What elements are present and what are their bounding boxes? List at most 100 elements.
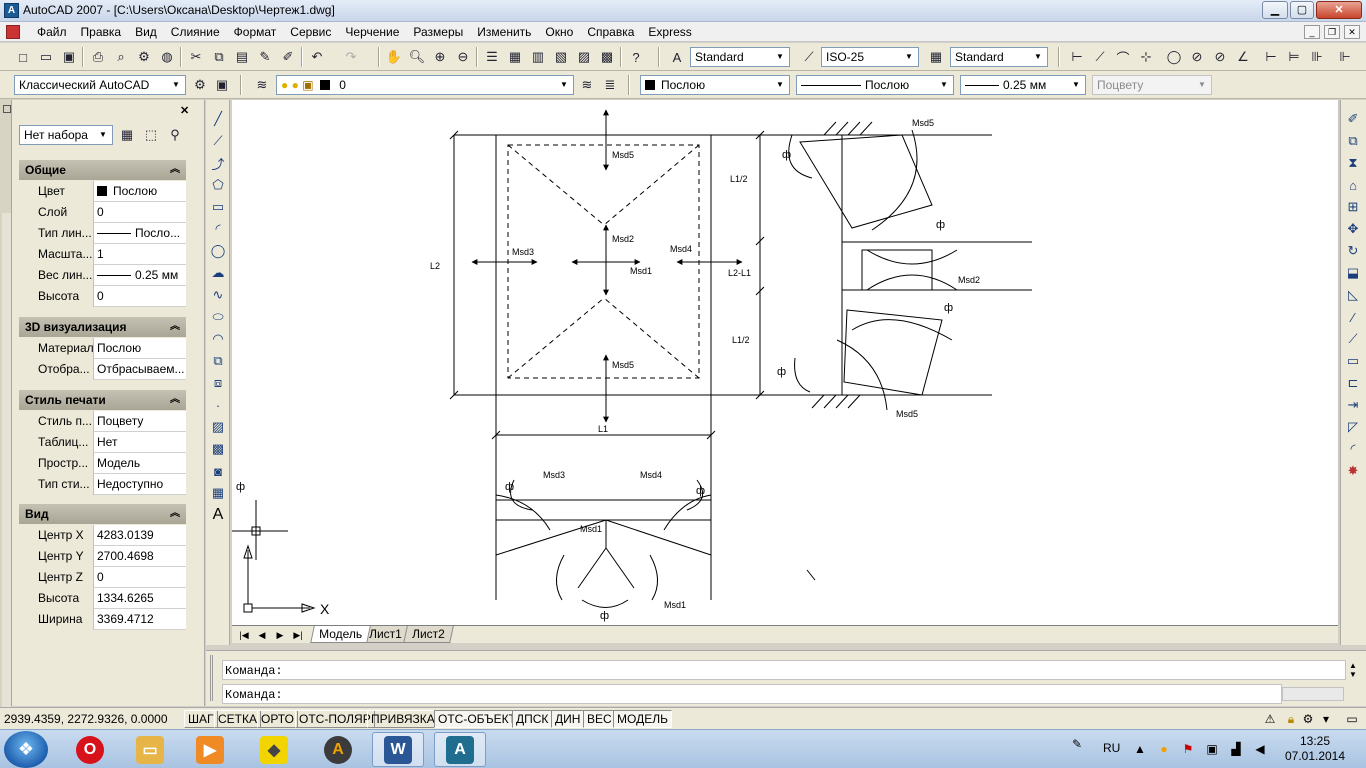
app-taskbar-button-4[interactable]: ◆ [248,732,300,767]
communication-center-icon[interactable]: ⚠ [1262,711,1278,727]
prop-row-color[interactable]: Цвет Послою [19,181,186,202]
design-center-icon[interactable]: ▦ [506,48,524,66]
rectangle-icon[interactable]: ▭ [209,198,227,216]
close-button[interactable]: ✕ [1316,1,1362,19]
publish-icon[interactable]: ⚙ [135,48,153,66]
menu-modify[interactable]: Изменить [470,24,538,40]
prop-row-layer[interactable]: Слой 0 [19,202,186,223]
device-icon[interactable]: ▣ [1204,741,1220,757]
section-view[interactable]: Вид ︽ [19,504,186,524]
lineweight-select[interactable]: 0.25 мм ▼ [960,75,1086,95]
make-block-icon[interactable]: ⧈ [209,374,227,392]
baseline-dim-icon[interactable]: ⊨ [1285,48,1303,66]
selection-select[interactable]: Нет набора ▼ [19,125,113,145]
ordinate-dim-icon[interactable]: ⊹ [1137,48,1155,66]
text-style-select[interactable]: Standard ▼ [690,47,790,67]
section-view[interactable] [788,121,1032,411]
autocad-taskbar-button[interactable]: A [434,732,486,767]
action-center-flag-icon[interactable]: ⚑ [1180,741,1196,757]
coordinates-readout[interactable]: 2939.4359, 2272.9326, 0.0000 [4,711,182,727]
array-icon[interactable]: ⊞ [1344,198,1362,216]
menu-express[interactable]: Express [641,24,698,40]
prop-row-view-width[interactable]: Ширина 3369.4712 [19,609,186,630]
lwt-toggle[interactable]: ВЕС [583,710,616,728]
table-style-select[interactable]: Standard ▼ [950,47,1048,67]
copy-icon[interactable]: ⧉ [210,48,228,66]
model-toggle[interactable]: МОДЕЛЬ [613,710,672,728]
table-icon[interactable]: ▦ [209,484,227,502]
prop-row-center-z[interactable]: Центр Z0 [19,567,186,588]
system-clock[interactable]: 13:25 07.01.2014 [1282,734,1348,764]
menu-tools[interactable]: Сервис [283,24,338,40]
quick-dim-icon[interactable]: ⊢ [1262,48,1280,66]
3d-dwf-icon[interactable]: ◍ [158,48,176,66]
construction-line-icon[interactable]: ⟋ [209,132,227,150]
mirror-icon[interactable]: ⧗ [1344,154,1362,172]
ducs-toggle[interactable]: ДПСК [512,710,553,728]
text-style-icon[interactable]: A [668,48,686,66]
tab-sheet2[interactable]: Лист2 [403,626,454,643]
plot-preview-icon[interactable]: ⌕ [112,48,130,66]
plot-icon[interactable]: ⎙ [89,48,107,66]
diameter-dim-icon[interactable]: ⊘ [1211,48,1229,66]
table-style-icon[interactable]: ▦ [927,48,945,66]
break-icon[interactable]: ⊏ [1344,374,1362,392]
radius-dim-icon[interactable]: ◯ [1165,48,1183,66]
toggle-pickadd-icon[interactable]: ▦ [118,126,136,144]
color-select[interactable]: Послою ▼ [640,75,790,95]
command-input[interactable]: Команда: [222,684,1282,704]
arc-length-icon[interactable]: ⌒ [1114,48,1132,66]
menu-draw[interactable]: Черчение [338,24,406,40]
polygon-icon[interactable]: ⬠ [209,176,227,194]
first-tab-button[interactable]: |◀ [236,628,252,642]
linetype-select[interactable]: Послою ▼ [796,75,954,95]
doc-minimize-button[interactable]: _ [1304,25,1320,39]
language-indicator[interactable]: RU [1103,741,1120,755]
prop-row-thickness[interactable]: Высота 0 [19,286,186,307]
sheet-set-icon[interactable]: ▧ [552,48,570,66]
menu-edit[interactable]: Правка [74,24,129,40]
dim-space-icon[interactable]: ⊩ [1336,48,1354,66]
spline-icon[interactable]: ∿ [209,286,227,304]
palette-scrollbar[interactable] [2,213,11,743]
quick-select-icon[interactable]: ⚲ [166,126,184,144]
linear-dim-icon[interactable]: ⊢ [1068,48,1086,66]
point-icon[interactable]: · [209,396,227,414]
doc-restore-button[interactable]: ❐ [1324,25,1340,39]
app-taskbar-button-5[interactable]: A [312,732,364,767]
prop-row-linetype[interactable]: Тип лин... Посло... [19,223,186,244]
zoom-realtime-icon[interactable]: 🔍︎ [408,48,426,66]
workspace-settings-icon[interactable]: ⚙ [191,76,209,94]
hatch-icon[interactable]: ▨ [209,418,227,436]
tab-model[interactable]: Модель [310,626,371,643]
menu-format[interactable]: Формат [227,24,284,40]
drawing-area[interactable]: Msd5 Msd2 Msd3 Msd4 Msd1 Msd5 L2 L1/2 L2… [232,100,1338,625]
workspace-save-icon[interactable]: ▣ [213,76,231,94]
menu-dimension[interactable]: Размеры [406,24,470,40]
layer-properties-icon[interactable]: ≋ [253,76,271,94]
prop-row-plot-table[interactable]: Таблиц... Нет [19,432,186,453]
command-scroll-up-icon[interactable]: ▲ ▼ [1346,661,1360,685]
tray-app-icon[interactable]: ● [1156,741,1172,757]
angular-dim-icon[interactable]: ∠ [1234,48,1252,66]
workspace-select[interactable]: Классический AutoCAD ▼ [14,75,186,95]
section-3d-visualization[interactable]: 3D визуализация ︽ [19,317,186,337]
prop-row-center-x[interactable]: Центр X 4283.0139 [19,525,186,546]
ortho-toggle[interactable]: ОРТО [257,710,298,728]
extend-icon[interactable]: ⟋ [1344,330,1362,348]
cut-icon[interactable]: ✂ [187,48,205,66]
explorer-taskbar-button[interactable]: ▭ [124,732,176,767]
dyn-toggle[interactable]: ДИН [551,710,585,728]
menu-view[interactable]: Вид [128,24,164,40]
last-tab-button[interactable]: ▶| [290,628,306,642]
prop-row-plot-type[interactable]: Тип сти... Недоступно [19,474,186,495]
dim-style-select[interactable]: ISO-25 ▼ [821,47,919,67]
line-icon[interactable]: ╱ [209,110,227,128]
menu-file[interactable]: Файл [30,24,74,40]
dim-style-icon[interactable]: ⟋ [800,48,818,66]
redo-icon[interactable]: ↷ [342,48,360,66]
palette-autohide-icon[interactable] [3,105,11,113]
region-icon[interactable]: ◙ [209,462,227,480]
aligned-dim-icon[interactable]: ⟋ [1091,48,1109,66]
plan-view[interactable] [449,109,992,600]
